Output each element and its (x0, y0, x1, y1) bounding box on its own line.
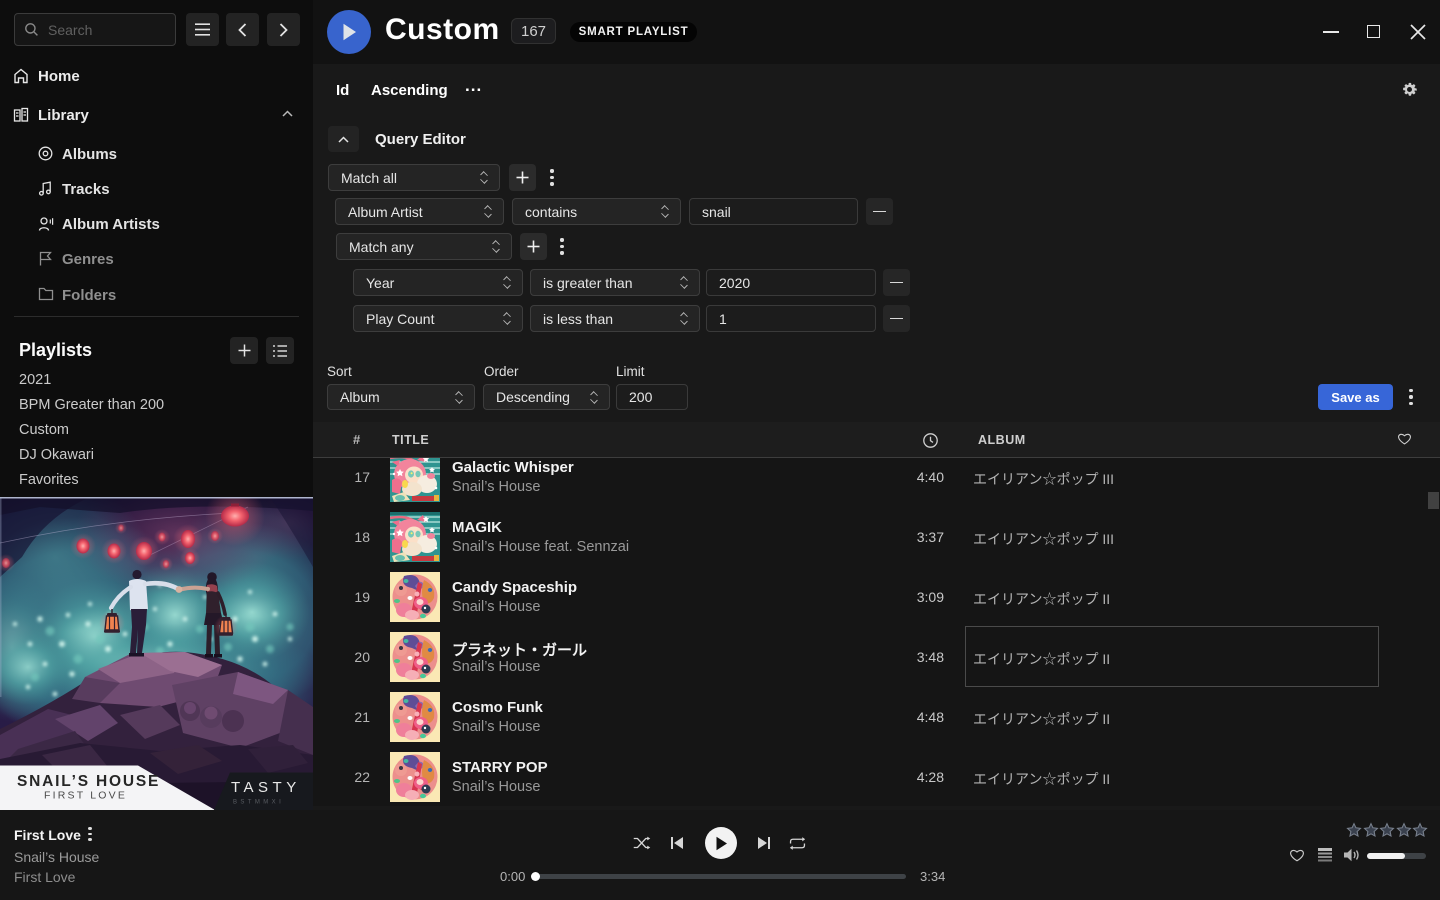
svg-text:TASTY: TASTY (231, 779, 301, 796)
svg-text:BSTMMXI: BSTMMXI (233, 800, 284, 806)
svg-text:SNAIL’S HOUSE: SNAIL’S HOUSE (17, 773, 160, 790)
svg-text:FIRST LOVE: FIRST LOVE (44, 790, 127, 802)
